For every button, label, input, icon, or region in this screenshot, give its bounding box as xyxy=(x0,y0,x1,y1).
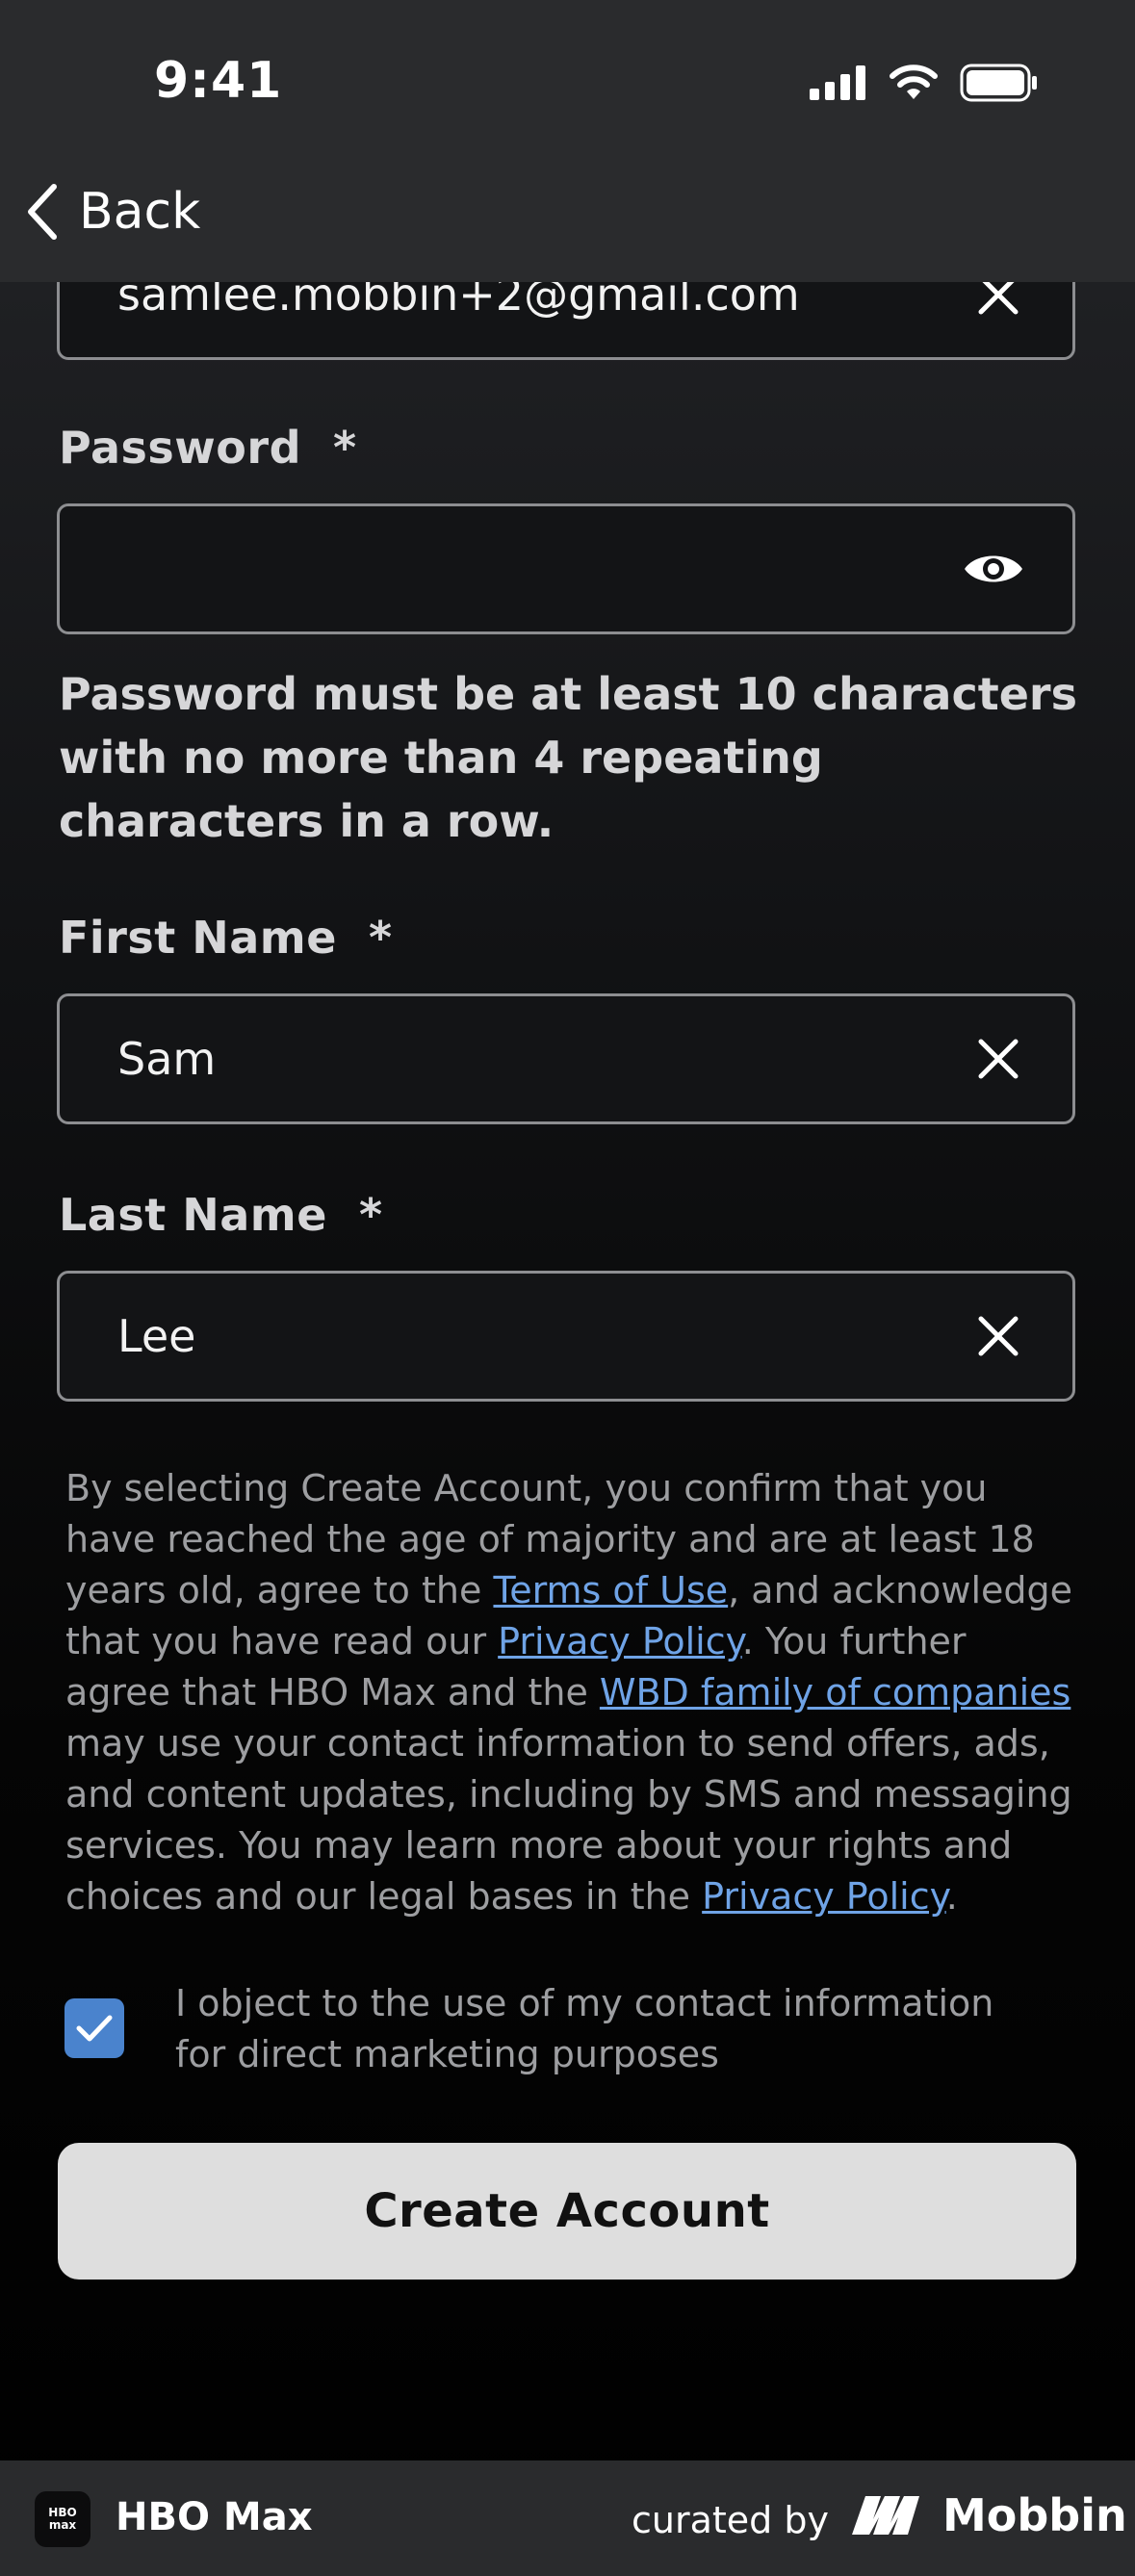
password-field[interactable] xyxy=(57,503,1075,634)
status-icons xyxy=(810,64,1039,102)
clear-last-name-button[interactable] xyxy=(972,1310,1024,1362)
clear-first-name-button[interactable] xyxy=(972,1033,1024,1085)
mobbin-brand: Mobbin xyxy=(852,2489,1127,2541)
last-name-label: Last Name * xyxy=(59,1189,383,1241)
signal-icon xyxy=(810,65,865,100)
marketing-opt-out-label[interactable]: I object to the use of my contact inform… xyxy=(175,1978,1042,2080)
privacy-policy-link[interactable]: Privacy Policy xyxy=(498,1620,742,1662)
battery-icon xyxy=(960,64,1037,102)
eye-icon xyxy=(965,555,1022,582)
privacy-policy-link-2[interactable]: Privacy Policy xyxy=(702,1875,946,1918)
status-time: 9:41 xyxy=(154,52,283,110)
first-name-label: First Name * xyxy=(59,912,393,964)
checkmark-icon xyxy=(76,2015,113,2042)
top-bar: 9:41 Back xyxy=(0,0,1135,282)
app-logo: HBO max xyxy=(35,2491,90,2547)
wbd-companies-link[interactable]: WBD family of companies xyxy=(600,1671,1071,1713)
create-account-button[interactable]: Create Account xyxy=(58,2143,1076,2280)
password-hint: Password must be at least 10 characters … xyxy=(59,668,1077,847)
show-password-button[interactable] xyxy=(963,543,1024,595)
wifi-icon xyxy=(890,64,938,99)
legal-disclaimer: By selecting Create Account, you confirm… xyxy=(65,1467,1073,1918)
close-icon xyxy=(978,1316,1019,1356)
back-button[interactable]: Back xyxy=(23,183,200,241)
marketing-opt-out-checkbox[interactable] xyxy=(64,1998,124,2058)
terms-of-use-link[interactable]: Terms of Use xyxy=(493,1569,728,1611)
close-icon xyxy=(978,1039,1019,1079)
first-name-field[interactable]: Sam xyxy=(57,993,1075,1124)
back-label: Back xyxy=(79,183,201,241)
first-name-value: Sam xyxy=(117,1033,217,1085)
curated-by-label: curated by xyxy=(632,2499,829,2541)
last-name-field[interactable]: Lee xyxy=(57,1271,1075,1402)
mobbin-wordmark: Mobbin xyxy=(942,2489,1127,2541)
password-label: Password * xyxy=(59,422,357,474)
app-name: HBO Max xyxy=(116,2495,313,2539)
last-name-value: Lee xyxy=(117,1310,196,1362)
mobbin-logo-icon xyxy=(852,2496,919,2535)
chevron-left-icon xyxy=(28,184,57,240)
